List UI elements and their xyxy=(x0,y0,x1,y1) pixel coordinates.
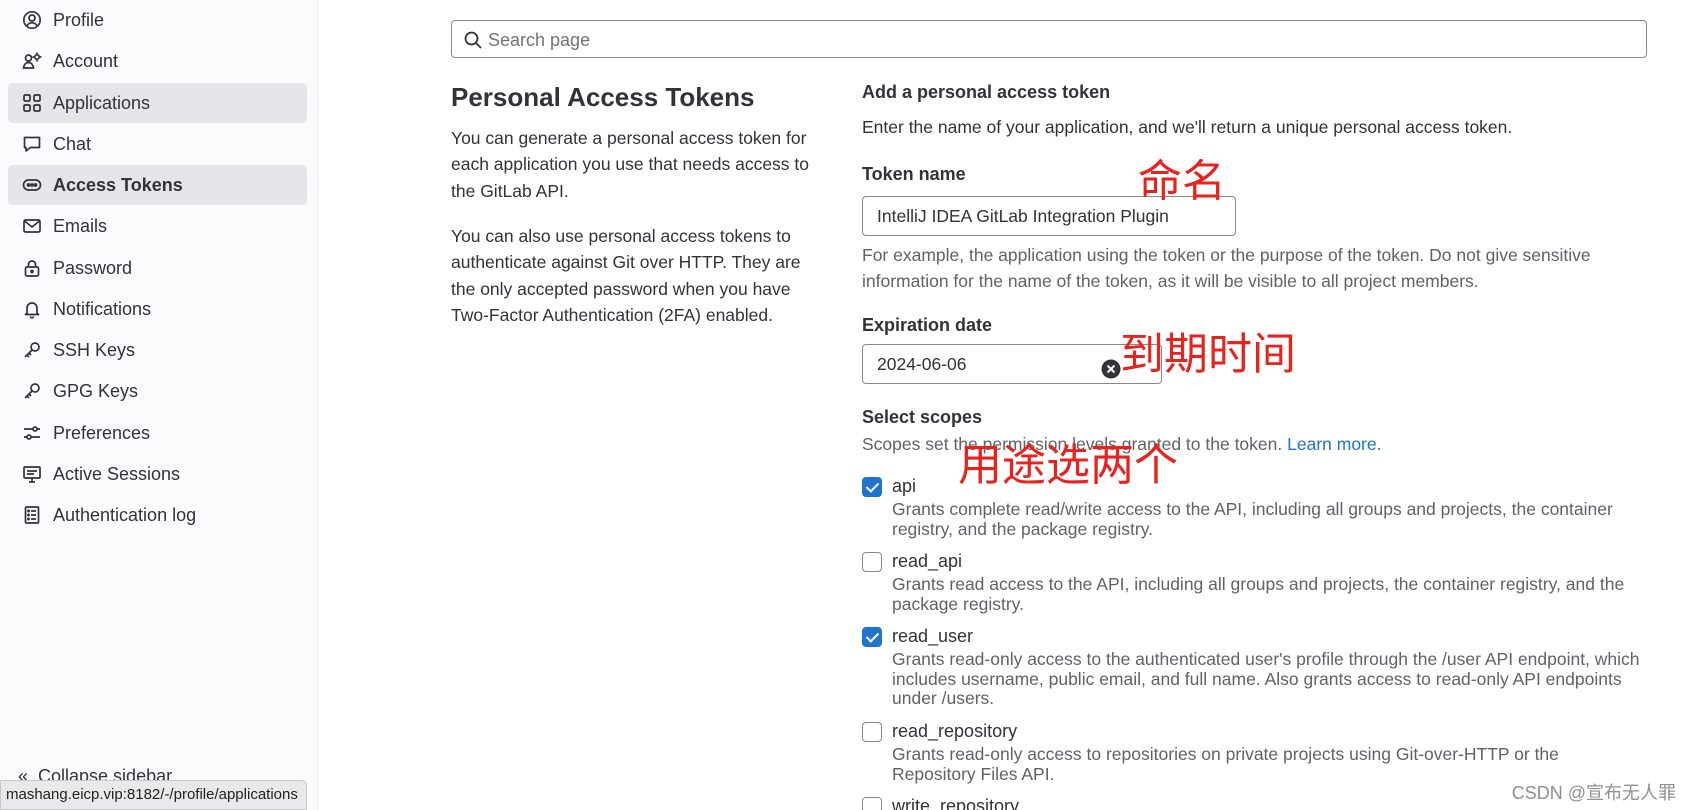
sidebar-item-label: Preferences xyxy=(53,423,151,443)
scope-description: Grants read access to the API, including… xyxy=(892,574,1625,614)
page-title: Personal Access Tokens xyxy=(451,82,755,112)
sidebar-item-chat[interactable]: Chat xyxy=(8,124,307,164)
token-name-help: For example, the application using the t… xyxy=(862,245,1591,291)
search-icon xyxy=(464,31,482,49)
key-icon xyxy=(22,340,42,360)
sidebar-item-authentication-log[interactable]: Authentication log xyxy=(8,495,307,535)
search-input[interactable] xyxy=(486,21,1630,59)
scope-name: api xyxy=(892,476,917,496)
expiration-date-input[interactable]: 2024-06-06 xyxy=(862,344,1162,384)
sidebar-item-label: Authentication log xyxy=(53,505,197,525)
sidebar-item-label: GPG Keys xyxy=(53,381,139,401)
intro-paragraph: You can also use personal access tokens … xyxy=(451,226,801,325)
bell-icon xyxy=(22,299,42,319)
sidebar-item-label: Emails xyxy=(53,216,108,236)
monitor-icon xyxy=(22,464,42,484)
annotation-expiry: 到期时间 xyxy=(1120,329,1296,380)
sidebar-item-label: Password xyxy=(53,258,133,278)
mail-icon xyxy=(22,216,42,236)
sidebar-item-label: Chat xyxy=(53,134,92,154)
key-icon xyxy=(22,381,42,401)
sidebar-item-profile[interactable]: Profile xyxy=(8,0,307,40)
select-scopes-label: Select scopes xyxy=(862,407,983,427)
scope-checkbox[interactable] xyxy=(862,477,882,497)
sidebar-item-ssh-keys[interactable]: SSH Keys xyxy=(8,330,307,370)
preferences-icon xyxy=(22,423,42,443)
sidebar-item-label: Profile xyxy=(53,10,105,30)
log-icon xyxy=(22,505,42,525)
sidebar-item-access-tokens[interactable]: Access Tokens xyxy=(8,165,307,205)
sidebar-item-label: Notifications xyxy=(53,299,152,319)
sidebar-item-label: Access Tokens xyxy=(53,175,183,195)
sidebar-item-gpg-keys[interactable]: GPG Keys xyxy=(8,371,307,411)
sidebar-item-active-sessions[interactable]: Active Sessions xyxy=(8,454,307,494)
account-icon xyxy=(22,51,42,71)
sidebar: Profile Account Applications Chat Access… xyxy=(0,0,318,810)
form-heading: Add a personal access token xyxy=(862,82,1111,102)
token-name-label: Token name xyxy=(862,164,966,184)
sidebar-item-applications[interactable]: Applications xyxy=(8,83,307,123)
sidebar-item-notifications[interactable]: Notifications xyxy=(8,289,307,329)
scope-name: read_repository xyxy=(892,721,1018,741)
applications-icon xyxy=(22,93,42,113)
sidebar-item-password[interactable]: Password xyxy=(8,248,307,288)
watermark: CSDN @宣布无人罪 xyxy=(1511,783,1676,803)
intro-paragraph: You can generate a personal access token… xyxy=(451,128,810,201)
scope-name: write_repository xyxy=(892,797,1020,810)
sidebar-item-emails[interactable]: Emails xyxy=(8,206,307,246)
expiration-date-label: Expiration date xyxy=(862,315,993,335)
scope-checkbox[interactable] xyxy=(862,722,882,742)
status-bar-url: mashang.eicp.vip:8182/-/profile/applicat… xyxy=(0,780,307,810)
scope-checkbox[interactable] xyxy=(862,797,882,810)
clear-icon[interactable] xyxy=(1101,354,1121,379)
sidebar-item-label: Account xyxy=(53,51,119,71)
sidebar-item-account[interactable]: Account xyxy=(8,41,307,81)
annotation-scopes: 用途选两个 xyxy=(958,440,1178,491)
token-icon xyxy=(22,175,42,195)
sidebar-item-label: Active Sessions xyxy=(53,464,181,484)
sidebar-item-preferences[interactable]: Preferences xyxy=(8,413,307,453)
sidebar-item-label: SSH Keys xyxy=(53,340,136,360)
lock-icon xyxy=(22,258,42,278)
scope-description: Grants complete read/write access to the… xyxy=(892,499,1613,539)
scope-checkbox[interactable] xyxy=(862,627,882,647)
expiration-date-value: 2024-06-06 xyxy=(877,354,967,374)
learn-more-link[interactable]: Learn more. xyxy=(1287,434,1381,454)
chat-icon xyxy=(22,134,42,154)
scope-name: read_api xyxy=(892,551,963,571)
scope-name: read_user xyxy=(892,626,974,646)
form-subheading: Enter the name of your application, and … xyxy=(862,117,1513,137)
scope-description: Grants read-only access to the authentic… xyxy=(892,649,1640,708)
annotation-name: 命名 xyxy=(1138,156,1226,207)
user-icon xyxy=(22,10,42,30)
scope-checkbox[interactable] xyxy=(862,552,882,572)
sidebar-item-label: Applications xyxy=(53,93,151,113)
search-box[interactable] xyxy=(451,20,1647,59)
